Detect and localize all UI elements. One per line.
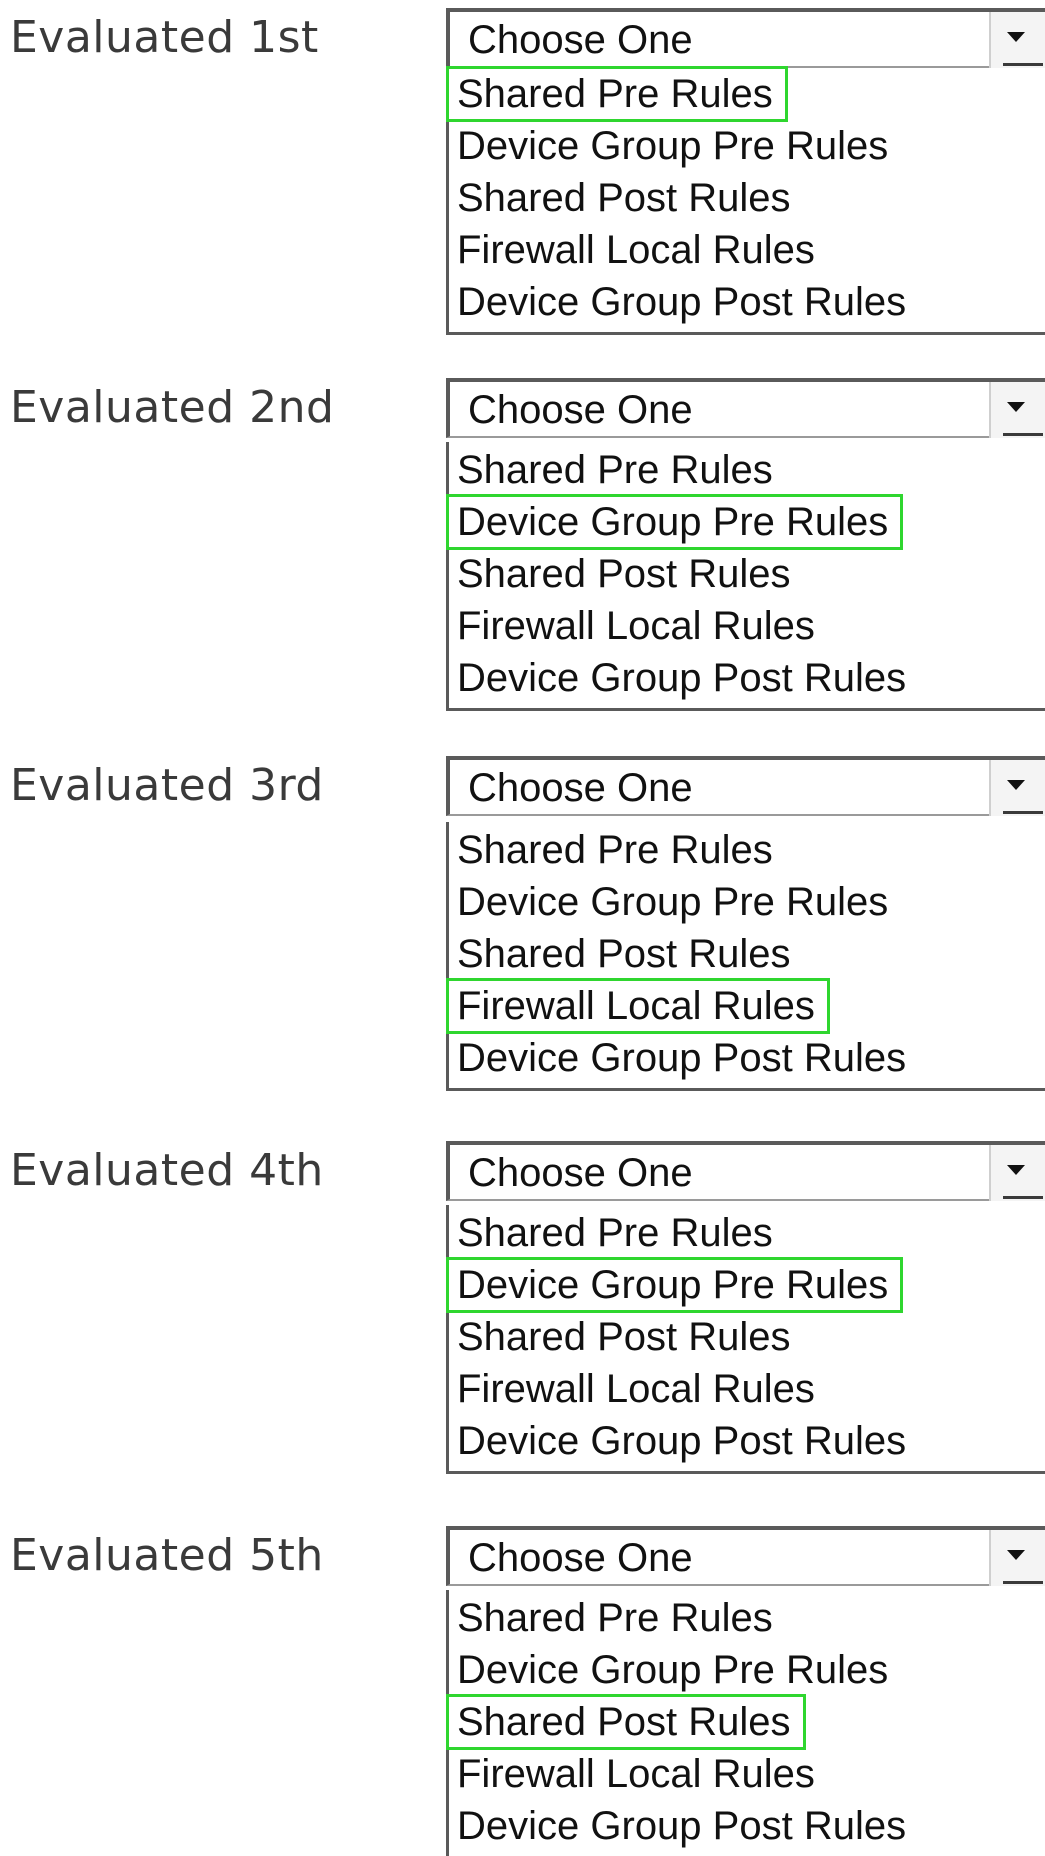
option-shared-pre-rules[interactable]: Shared Pre Rules [449, 442, 1045, 494]
chevron-down-icon [1007, 1550, 1025, 1560]
dropdown-arrow-button[interactable] [989, 760, 1045, 816]
option-device-group-post-rules[interactable]: Device Group Post Rules [449, 274, 1045, 326]
option-shared-pre-rules[interactable]: Shared Pre Rules [446, 66, 1045, 122]
chevron-down-icon [1007, 780, 1025, 790]
option-firewall-local-rules[interactable]: Firewall Local Rules [449, 1746, 1045, 1798]
option-label: Device Group Post Rules [457, 280, 907, 324]
option-label: Shared Pre Rules [457, 448, 773, 492]
option-label: Shared Post Rules [446, 1694, 806, 1750]
option-device-group-post-rules[interactable]: Device Group Post Rules [449, 1798, 1045, 1850]
row-label: Evaluated 3rd [10, 760, 324, 811]
arrow-underline [1003, 1196, 1043, 1199]
option-label: Firewall Local Rules [446, 978, 830, 1034]
option-label: Shared Post Rules [457, 176, 791, 220]
rule-select-3[interactable]: Choose One [446, 756, 1045, 816]
rule-select-4[interactable]: Choose One [446, 1141, 1045, 1201]
row-label: Evaluated 4th [10, 1145, 324, 1196]
option-label: Shared Post Rules [457, 1315, 791, 1359]
row-label: Evaluated 2nd [10, 382, 335, 433]
arrow-underline [1003, 1581, 1043, 1584]
option-device-group-pre-rules[interactable]: Device Group Pre Rules [449, 1642, 1045, 1694]
option-list: Shared Pre Rules Device Group Pre Rules … [446, 822, 1045, 1091]
option-list: Shared Pre Rules Device Group Pre Rules … [446, 1205, 1045, 1474]
option-firewall-local-rules[interactable]: Firewall Local Rules [449, 222, 1045, 274]
option-shared-pre-rules[interactable]: Shared Pre Rules [449, 1205, 1045, 1257]
rule-select-1[interactable]: Choose One [446, 8, 1045, 68]
option-label: Shared Pre Rules [457, 1596, 773, 1640]
select-placeholder: Choose One [468, 388, 693, 432]
dropdown-arrow-button[interactable] [989, 382, 1045, 438]
option-label: Shared Pre Rules [446, 66, 788, 122]
option-label: Shared Post Rules [457, 932, 791, 976]
chevron-down-icon [1007, 1165, 1025, 1175]
chevron-down-icon [1007, 402, 1025, 412]
option-device-group-post-rules[interactable]: Device Group Post Rules [449, 1413, 1045, 1465]
option-label: Device Group Pre Rules [446, 1257, 904, 1313]
option-label: Shared Pre Rules [457, 1211, 773, 1255]
option-label: Device Group Pre Rules [457, 880, 889, 924]
option-label: Device Group Post Rules [457, 1804, 907, 1848]
option-label: Firewall Local Rules [457, 1367, 815, 1411]
select-placeholder: Choose One [468, 1536, 693, 1580]
arrow-underline [1003, 811, 1043, 814]
option-device-group-post-rules[interactable]: Device Group Post Rules [449, 650, 1045, 702]
option-device-group-post-rules[interactable]: Device Group Post Rules [449, 1030, 1045, 1082]
select-placeholder: Choose One [468, 18, 693, 62]
option-device-group-pre-rules[interactable]: Device Group Pre Rules [449, 118, 1045, 170]
rule-select-2[interactable]: Choose One [446, 378, 1045, 438]
option-list: Shared Pre Rules Device Group Pre Rules … [446, 442, 1045, 711]
option-shared-post-rules[interactable]: Shared Post Rules [449, 926, 1045, 978]
option-label: Firewall Local Rules [457, 228, 815, 272]
rule-select-5[interactable]: Choose One [446, 1526, 1045, 1586]
option-label: Device Group Pre Rules [457, 1648, 889, 1692]
option-label: Device Group Post Rules [457, 1419, 907, 1463]
option-device-group-pre-rules[interactable]: Device Group Pre Rules [449, 874, 1045, 926]
option-label: Device Group Post Rules [457, 1036, 907, 1080]
option-shared-post-rules[interactable]: Shared Post Rules [449, 170, 1045, 222]
option-firewall-local-rules[interactable]: Firewall Local Rules [449, 598, 1045, 650]
row-label: Evaluated 5th [10, 1530, 324, 1581]
option-device-group-pre-rules[interactable]: Device Group Pre Rules [446, 1257, 1045, 1313]
dropdown-arrow-button[interactable] [989, 1530, 1045, 1586]
option-label: Device Group Post Rules [457, 656, 907, 700]
option-shared-pre-rules[interactable]: Shared Pre Rules [449, 822, 1045, 874]
option-firewall-local-rules[interactable]: Firewall Local Rules [449, 1361, 1045, 1413]
arrow-underline [1003, 433, 1043, 436]
row-label: Evaluated 1st [10, 12, 319, 63]
option-firewall-local-rules[interactable]: Firewall Local Rules [446, 978, 1045, 1034]
option-label: Device Group Pre Rules [446, 494, 904, 550]
option-list: Shared Pre Rules Device Group Pre Rules … [446, 1590, 1045, 1856]
option-label: Firewall Local Rules [457, 1752, 815, 1796]
option-list: Shared Pre Rules Device Group Pre Rules … [446, 66, 1045, 335]
dropdown-arrow-button[interactable] [989, 1145, 1045, 1201]
option-label: Firewall Local Rules [457, 604, 815, 648]
dropdown-arrow-button[interactable] [989, 12, 1045, 68]
option-label: Device Group Pre Rules [457, 124, 889, 168]
select-placeholder: Choose One [468, 766, 693, 810]
option-label: Shared Pre Rules [457, 828, 773, 872]
option-shared-post-rules[interactable]: Shared Post Rules [446, 1694, 1045, 1750]
option-shared-post-rules[interactable]: Shared Post Rules [449, 1309, 1045, 1361]
select-placeholder: Choose One [468, 1151, 693, 1195]
chevron-down-icon [1007, 32, 1025, 42]
option-label: Shared Post Rules [457, 552, 791, 596]
option-device-group-pre-rules[interactable]: Device Group Pre Rules [446, 494, 1045, 550]
option-shared-pre-rules[interactable]: Shared Pre Rules [449, 1590, 1045, 1642]
option-shared-post-rules[interactable]: Shared Post Rules [449, 546, 1045, 598]
